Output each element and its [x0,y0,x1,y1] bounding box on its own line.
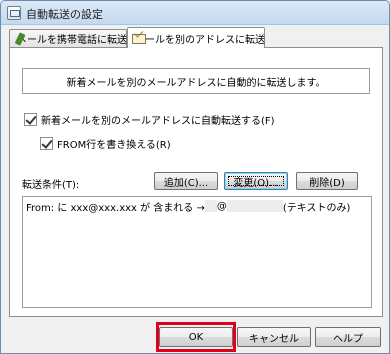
forward-rules-list[interactable]: From: に xxx@xxx.xxx が 含まれる → @ (テキストのみ) [22,196,372,308]
auto-forward-settings-dialog: 自動転送の設定 メールを携帯電話に転送 メールを別のアドレスに転送 新着メールを… [0,0,390,354]
app-icon [7,6,21,20]
redacted-text [204,200,217,212]
list-item[interactable]: From: に xxx@xxx.xxx が 含まれる → @ (テキストのみ) [24,198,370,214]
auto-forward-checkbox[interactable] [24,113,37,126]
cancel-button[interactable]: キャンセル [237,327,311,347]
delete-button[interactable]: 削除(D) [296,172,358,190]
rule-condition: From: に xxx@xxx.xxx が 含まれる → [26,202,205,214]
rule-at: @ [216,200,227,212]
from-rewrite-label: FROM行を書き換える(R) [57,140,171,151]
description-text: 新着メールを別のメールアドレスに自動的に転送します。 [66,77,326,89]
from-rewrite-option[interactable]: FROM行を書き換える(R) [40,136,171,151]
auto-forward-option[interactable]: 新着メールを別のメールアドレスに自動転送する(F) [24,112,275,127]
tab-forward-to-phone[interactable]: メールを携帯電話に転送 [9,29,127,47]
tab-label: メールを別のアドレスに転送 [135,34,265,46]
auto-forward-label: 新着メールを別のメールアドレスに自動転送する(F) [41,116,275,127]
from-rewrite-checkbox[interactable] [40,137,53,150]
title-bar[interactable]: 自動転送の設定 [1,1,389,25]
rule-action: (テキストのみ) [282,202,351,214]
change-button[interactable]: 変更(O)... [224,172,288,190]
window-title: 自動転送の設定 [26,8,103,21]
conditions-label: 転送条件(T): [22,180,80,191]
ok-button[interactable]: OK [159,327,233,347]
help-button[interactable]: ヘルプ [315,327,381,347]
tab-forward-to-address[interactable]: メールを別のアドレスに転送 [127,27,265,48]
description-box: 新着メールを別のメールアドレスに自動的に転送します。 [22,68,370,94]
tab-panel: 新着メールを別のメールアドレスに自動的に転送します。 新着メールを別のメールアド… [9,47,383,317]
add-button[interactable]: 追加(C)... [154,172,218,190]
redacted-text [226,200,283,212]
tab-label: メールを携帯電話に転送 [17,35,127,46]
